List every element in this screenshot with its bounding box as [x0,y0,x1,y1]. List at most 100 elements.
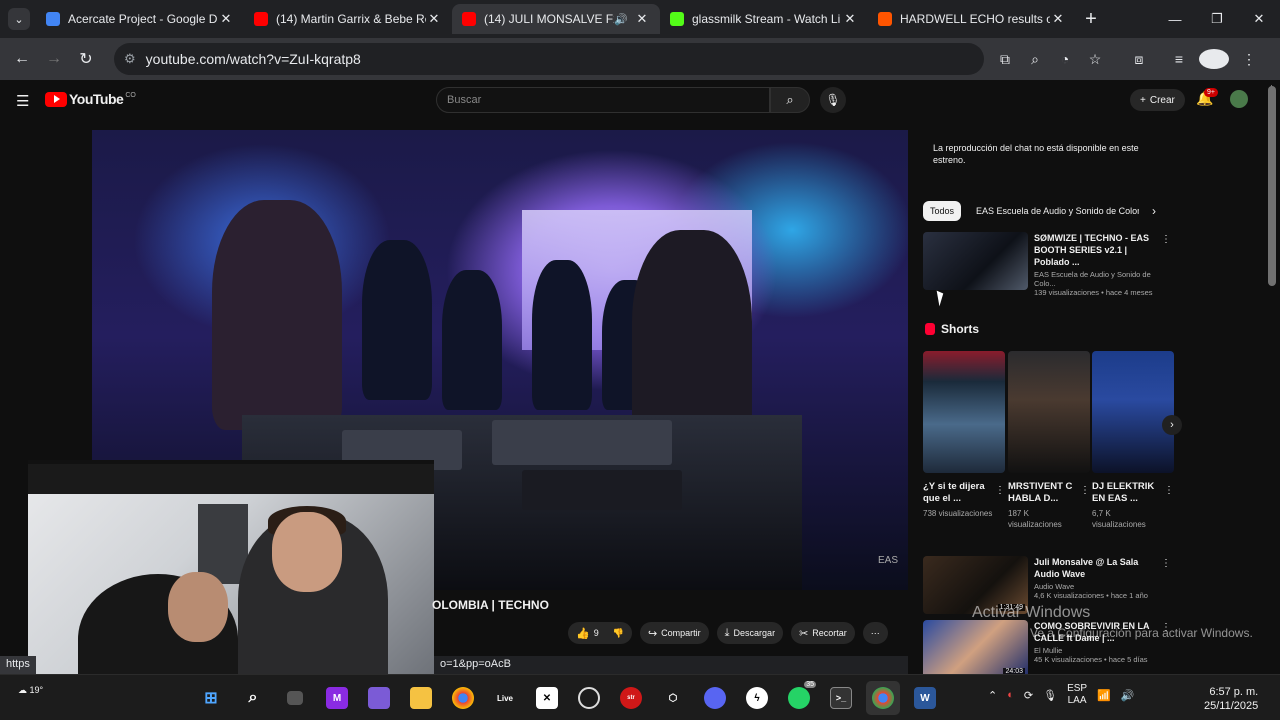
webcam-person-face [168,572,228,642]
clip-button[interactable]: ✂ Recortar [791,622,855,644]
recommendation-stats: 139 visualizaciones • hace 4 meses [1034,288,1153,297]
voice-search-button[interactable]: 🎙 [820,87,846,113]
taskbar-word[interactable]: W [908,681,942,715]
tab-soundcloud-hardwell[interactable]: HARDWELL ECHO results on ✕ [868,4,1076,34]
taskbar-app[interactable] [572,681,606,715]
video-title: OLOMBIA | TECHNO [432,598,549,612]
close-tab-icon[interactable]: ✕ [426,11,442,27]
chip-all[interactable]: Todos [923,201,962,221]
tray-overflow-icon[interactable]: ⌃ [988,689,997,702]
address-bar[interactable]: ⚙ youtube.com/watch?v=ZuI-kqratp8 [114,43,984,75]
taskbar-clock[interactable]: 6:57 p. m. 25/11/2025 [1204,685,1258,713]
more-vert-icon[interactable]: ⋮ [1164,485,1174,496]
dislike-icon[interactable]: 👎 [613,628,624,639]
tray-sync-icon[interactable]: ⟳ [1024,689,1033,702]
taskbar-app[interactable]: ϟ [740,681,774,715]
tab-youtube-juli-monsalve[interactable]: (14) JULI MONSALVE F2F 🔊 ✕ [452,4,660,34]
profile-avatar[interactable] [1199,49,1229,69]
youtube-icon [254,12,268,26]
shorts-icon [925,323,935,335]
youtube-logo[interactable]: YouTube CO [45,91,136,107]
chevron-right-icon[interactable]: › [1152,204,1156,218]
tab-youtube-garrix[interactable]: (14) Martin Garrix & Bebe Re ✕ [244,4,452,34]
performance-icon[interactable]: ◔ [1050,51,1080,67]
short-title: MRSTIVENT C HABLA D... [1008,481,1073,504]
tray-mic-icon[interactable]: 🎙 [1043,689,1057,702]
shorts-next-button[interactable]: › [1162,415,1182,435]
crowd-person [362,240,432,400]
soundcloud-icon [878,12,892,26]
new-tab-button[interactable]: + [1076,4,1106,34]
account-avatar[interactable] [1230,90,1248,108]
taskbar-app[interactable]: ✕ [530,681,564,715]
tab-search-chevron-icon[interactable]: ⌄ [8,8,30,30]
tab-google-drive[interactable]: Acercate Project - Google D ✕ [36,4,244,34]
like-button[interactable]: 👍 9 👎 [568,622,632,644]
taskbar-discord[interactable] [698,681,732,715]
tray-app-icon[interactable]: ◐ [1007,689,1014,701]
logo-text: YouTube [69,91,124,107]
restore-icon[interactable]: ❐ [1196,0,1238,38]
short-item[interactable]: ¿Y si te dijera que el ... 738 visualiza… [923,351,1005,519]
volume-icon[interactable]: 🔊 [1121,689,1135,702]
start-button[interactable]: ⊞ [194,681,228,715]
search-input[interactable]: Buscar [436,87,770,113]
search-button[interactable]: ⌕ [770,87,810,113]
language-indicator[interactable]: ESP LAA [1067,683,1087,707]
chip-channel[interactable]: EAS Escuela de Audio y Sonido de Colomb [969,201,1139,221]
short-item[interactable]: MRSTIVENT C HABLA D... 187 K visualizaci… [1008,351,1090,530]
page-scrollbar[interactable] [1268,86,1276,286]
more-actions-button[interactable]: ⋯ [862,622,888,644]
taskbar-chrome[interactable] [446,681,480,715]
clock-time: 6:57 p. m. [1209,686,1259,698]
menu-icon[interactable]: ☰ [16,92,29,110]
back-button[interactable]: ← [6,43,38,75]
taskbar-file-explorer[interactable] [404,681,438,715]
more-vert-icon[interactable]: ⋮ [1161,558,1171,569]
recommendation-item[interactable]: SØMWIZE | TECHNO - EAS BOOTH SERIES v2.1… [923,232,1175,297]
taskbar-app[interactable]: Live [488,681,522,715]
taskbar-search-button[interactable]: ⌕ [236,681,270,715]
forward-button[interactable]: → [38,43,70,75]
recommendation-title: Juli Monsalve @ La Sala Audio Wave [1034,557,1139,579]
close-tab-icon[interactable]: ✕ [1050,11,1066,27]
media-control-icon[interactable]: ≡ [1164,51,1194,67]
close-window-icon[interactable]: ✕ [1238,0,1280,38]
taskbar-whatsapp[interactable]: 35 [782,681,816,715]
download-button[interactable]: ⤓ Descargar [716,622,784,644]
more-vert-icon[interactable]: ⋮ [995,485,1005,496]
more-vert-icon[interactable]: ⋮ [1161,234,1171,245]
more-vert-icon[interactable]: ⋮ [1080,485,1090,496]
close-tab-icon[interactable]: ✕ [842,11,858,27]
more-icon: ⋯ [870,627,880,638]
weather-widget[interactable]: ☁ 19° [18,685,43,696]
share-button[interactable]: ↪ Compartir [639,622,709,644]
taskbar-app[interactable] [362,681,396,715]
recommendation-stats: 4,6 K visualizaciones • hace 1 año [1034,591,1148,600]
app-mf-icon: M [326,687,348,709]
short-item[interactable]: DJ ELEKTRIK EN EAS ... 6,7 K visualizaci… [1092,351,1174,530]
taskbar-chrome-active[interactable] [866,681,900,715]
taskbar-app[interactable]: ⬡ [656,681,690,715]
task-view-button[interactable] [278,681,312,715]
tab-kick-glassmilk[interactable]: glassmilk Stream - Watch Li ✕ [660,4,868,34]
wifi-icon[interactable]: 📶 [1097,689,1111,702]
speaker-icon[interactable]: 🔊 [614,13,628,26]
cast-icon[interactable]: ⧉ [990,51,1020,68]
minimize-icon[interactable]: — [1154,0,1196,38]
close-tab-icon[interactable]: ✕ [634,11,650,27]
taskbar-terminal[interactable]: >_ [824,681,858,715]
create-button[interactable]: + Crear [1130,89,1185,111]
browser-menu-icon[interactable]: ⋮ [1234,51,1264,68]
plus-icon: + [1140,94,1146,106]
taskbar-app[interactable]: str [614,681,648,715]
taskbar-app[interactable]: M [320,681,354,715]
site-info-icon[interactable]: ⚙ [124,51,136,67]
extensions-icon[interactable]: ⧈ [1124,51,1154,68]
close-tab-icon[interactable]: ✕ [218,11,234,27]
zoom-icon[interactable]: ⌕ [1020,51,1050,68]
bookmark-star-icon[interactable]: ☆ [1080,51,1110,68]
crowd-person [532,260,592,410]
reload-button[interactable]: ↻ [70,43,102,75]
notifications-badge: 9+ [1204,88,1218,97]
